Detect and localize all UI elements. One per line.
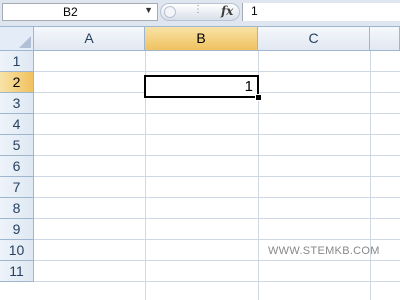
formula-controls: ⋮ fx (160, 3, 240, 21)
circle-icon (164, 6, 176, 18)
fill-handle[interactable] (255, 94, 262, 101)
gridline-horizontal (34, 113, 400, 114)
column-header-c[interactable]: C (258, 27, 370, 51)
gridline-horizontal (34, 176, 400, 177)
column-header-b[interactable]: B (145, 27, 258, 51)
formula-input-value: 1 (251, 4, 258, 18)
row-header-10[interactable]: 10 (0, 240, 34, 261)
row-header-8[interactable]: 8 (0, 198, 34, 219)
gridline-horizontal (34, 155, 400, 156)
active-cell-b2[interactable]: 1 (144, 75, 259, 98)
row-header-4[interactable]: 4 (0, 114, 34, 135)
column-header-partial[interactable] (370, 27, 400, 51)
gridline-horizontal (34, 281, 400, 282)
formula-input[interactable]: 1 (242, 3, 400, 21)
gridline-horizontal (34, 134, 400, 135)
row-header-5[interactable]: 5 (0, 135, 34, 156)
name-box-value: B2 (63, 5, 78, 19)
watermark: WWW.STEMKB.COM (268, 245, 380, 257)
spreadsheet-grid: A B C 1 2 3 4 5 6 7 8 9 10 11 1 WWW.STEM… (0, 27, 400, 300)
row-header-11[interactable]: 11 (0, 261, 34, 282)
row-header-2[interactable]: 2 (0, 72, 34, 93)
select-all-button[interactable] (0, 27, 34, 51)
formula-bar: B2 ▼ ⋮ fx 1 (0, 0, 400, 27)
row-header-6[interactable]: 6 (0, 156, 34, 177)
row-header-3[interactable]: 3 (0, 93, 34, 114)
gridline-horizontal (34, 239, 400, 240)
column-header-a[interactable]: A (34, 27, 145, 51)
gridline-horizontal (34, 197, 400, 198)
row-header-9[interactable]: 9 (0, 219, 34, 240)
cell-value: 1 (244, 78, 253, 95)
gridline-horizontal (34, 71, 400, 72)
gridline-horizontal (34, 218, 400, 219)
row-header-7[interactable]: 7 (0, 177, 34, 198)
select-all-triangle-icon (19, 36, 31, 48)
name-box[interactable]: B2 ▼ (2, 3, 158, 21)
separator-dots-icon[interactable]: ⋮ (193, 4, 204, 15)
gridline-horizontal (34, 260, 400, 261)
chevron-down-icon[interactable]: ▼ (144, 5, 153, 15)
row-header-1[interactable]: 1 (0, 51, 34, 72)
insert-function-button[interactable]: fx (221, 4, 233, 18)
